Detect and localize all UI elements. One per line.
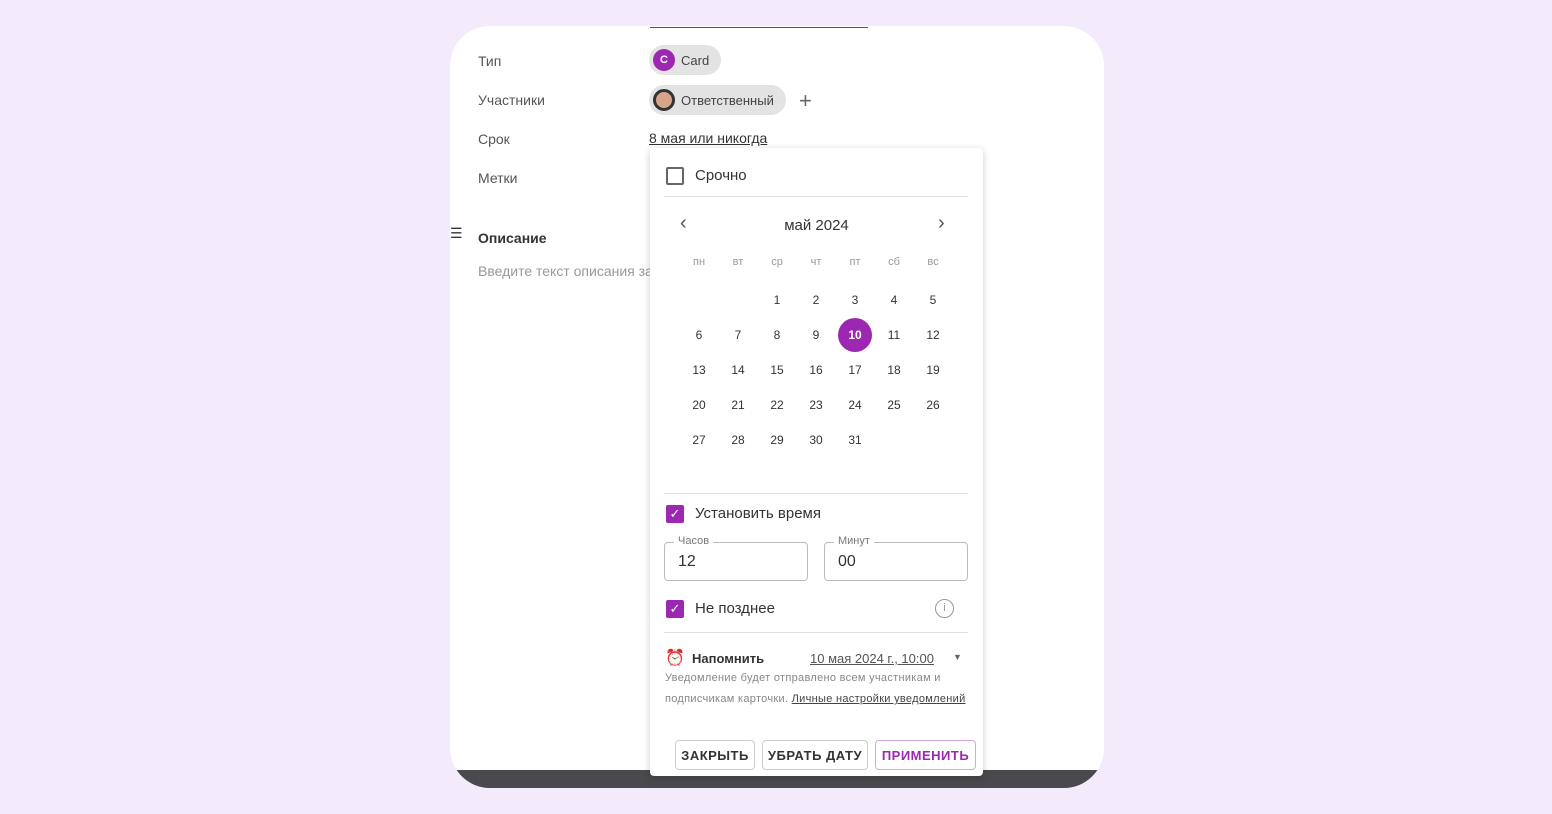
calendar-day[interactable]: 23 <box>799 388 833 422</box>
divider <box>664 493 968 494</box>
dropdown-arrow-icon[interactable]: ▼ <box>953 652 962 662</box>
calendar-day[interactable]: 6 <box>682 318 716 352</box>
calendar-day[interactable]: 10 <box>838 318 872 352</box>
urgent-checkbox[interactable] <box>666 167 684 185</box>
minutes-input[interactable]: Минут 00 <box>824 535 968 581</box>
participant-chip[interactable]: Ответственный <box>649 85 786 115</box>
calendar-day[interactable]: 24 <box>838 388 872 422</box>
calendar-day[interactable]: 17 <box>838 353 872 387</box>
hours-label: Часов <box>674 535 714 547</box>
alarm-clock-icon: ⏰ <box>665 650 685 667</box>
calendar-day[interactable]: 9 <box>799 318 833 352</box>
calendar-day[interactable]: 12 <box>916 318 950 352</box>
type-avatar: C <box>653 49 675 71</box>
calendar-day[interactable]: 3 <box>838 283 872 317</box>
due-date-link[interactable]: 8 мая или никогда <box>649 130 767 146</box>
close-button[interactable]: ЗАКРЫТЬ <box>675 740 755 770</box>
calendar-day[interactable]: 18 <box>877 353 911 387</box>
due-label: Срок <box>478 131 510 147</box>
weekday-header: вт <box>732 256 744 268</box>
month-title: май 2024 <box>784 217 849 234</box>
date-picker-popup: Срочно ‹ май 2024 › пн вт ср чт пт сб вс 12345… <box>650 148 983 776</box>
hours-input[interactable]: Часов 12 <box>664 535 808 581</box>
calendar-day[interactable]: 4 <box>877 283 911 317</box>
participants-label: Участники <box>478 92 545 108</box>
remind-label: Напомнить <box>692 651 765 666</box>
set-time-checkbox[interactable]: ✓ <box>666 505 684 523</box>
calendar-day[interactable]: 28 <box>721 423 755 457</box>
apply-button[interactable]: ПРИМЕНИТЬ <box>875 740 976 770</box>
participant-name: Ответственный <box>681 92 774 108</box>
hours-value: 12 <box>678 553 696 570</box>
not-later-checkbox[interactable]: ✓ <box>666 600 684 618</box>
weekday-header: вс <box>927 256 939 268</box>
weekday-header: пн <box>692 256 706 268</box>
divider <box>664 632 968 633</box>
next-month-button[interactable]: › <box>938 212 945 235</box>
notification-settings-link[interactable]: Личные настройки уведомлений <box>792 693 966 705</box>
type-chip[interactable]: C Card <box>649 45 722 75</box>
calendar-day[interactable]: 1 <box>760 283 794 317</box>
weekday-header: пт <box>849 256 861 268</box>
calendar-day[interactable]: 16 <box>799 353 833 387</box>
type-value: Card <box>681 52 710 68</box>
add-participant-icon[interactable]: + <box>799 88 812 114</box>
calendar-day[interactable]: 15 <box>760 353 794 387</box>
minutes-label: Минут <box>834 535 874 547</box>
user-avatar-icon <box>653 89 675 111</box>
description-icon: ☰ <box>450 225 463 241</box>
calendar-day[interactable]: 27 <box>682 423 716 457</box>
clear-date-button[interactable]: УБРАТЬ ДАТУ <box>762 740 868 770</box>
weekday-header: чт <box>810 256 822 268</box>
urgent-label: Срочно <box>695 167 747 184</box>
calendar-day[interactable]: 14 <box>721 353 755 387</box>
calendar-day[interactable]: 7 <box>721 318 755 352</box>
calendar-day[interactable]: 26 <box>916 388 950 422</box>
clipped-row <box>650 26 868 28</box>
calendar-day[interactable]: 22 <box>760 388 794 422</box>
calendar-day[interactable]: 8 <box>760 318 794 352</box>
calendar-day[interactable]: 19 <box>916 353 950 387</box>
calendar-day[interactable]: 5 <box>916 283 950 317</box>
set-time-label: Установить время <box>695 505 821 522</box>
calendar-day[interactable]: 21 <box>721 388 755 422</box>
tags-label: Метки <box>478 170 518 186</box>
type-label: Тип <box>478 53 502 69</box>
not-later-label: Не позднее <box>695 600 775 617</box>
calendar-day[interactable]: 25 <box>877 388 911 422</box>
description-input[interactable]: Введите текст описания за <box>478 263 653 279</box>
minutes-value: 00 <box>838 553 856 570</box>
calendar-day[interactable]: 13 <box>682 353 716 387</box>
info-icon[interactable]: i <box>935 599 954 618</box>
weekday-header: ср <box>771 256 783 268</box>
calendar-day[interactable]: 30 <box>799 423 833 457</box>
calendar-day[interactable]: 31 <box>838 423 872 457</box>
remind-date-select[interactable]: 10 мая 2024 г., 10:00 <box>810 651 934 666</box>
calendar-day[interactable]: 2 <box>799 283 833 317</box>
calendar-day[interactable]: 20 <box>682 388 716 422</box>
calendar-day[interactable]: 29 <box>760 423 794 457</box>
divider <box>664 196 968 197</box>
weekday-header: сб <box>888 256 900 268</box>
description-title: Описание <box>478 230 547 246</box>
notification-note: Уведомление будет отправлено всем участн… <box>665 668 975 710</box>
calendar-day[interactable]: 11 <box>877 318 911 352</box>
